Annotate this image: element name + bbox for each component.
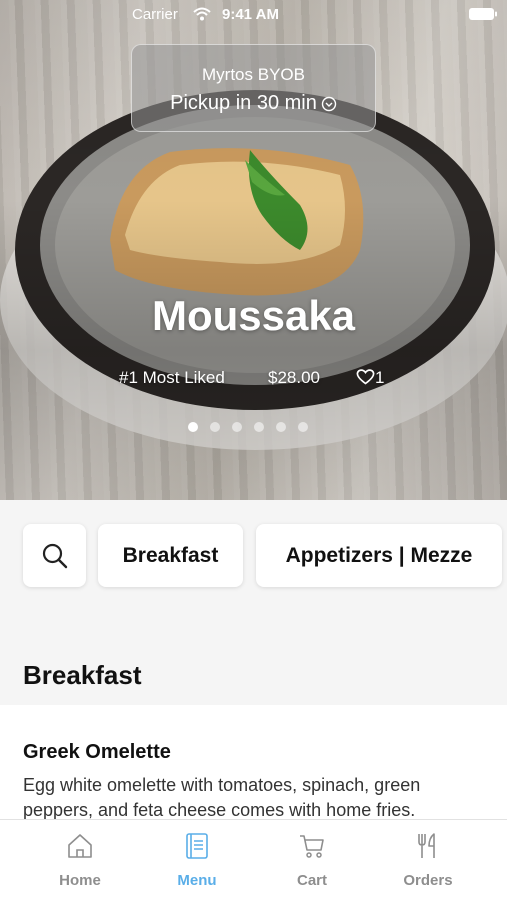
pickup-selector[interactable]: Myrtos BYOB Pickup in 30 min xyxy=(131,44,376,132)
carousel-dot[interactable] xyxy=(210,422,220,432)
tab-home[interactable]: Home xyxy=(17,820,143,901)
tab-menu-label: Menu xyxy=(177,872,217,889)
search-button[interactable] xyxy=(23,524,86,587)
status-bar: Carrier 9:41 AM xyxy=(0,0,507,30)
cart-icon xyxy=(300,835,324,858)
tab-orders-label: Orders xyxy=(403,872,453,889)
pickup-time: Pickup in 30 min xyxy=(132,92,375,115)
category-appetizers-button[interactable]: Appetizers | Mezze xyxy=(256,524,502,587)
pickup-time-label: Pickup in 30 min xyxy=(170,92,317,114)
category-breakfast-button[interactable]: Breakfast xyxy=(98,524,243,587)
rank-badge: #1 Most Liked xyxy=(119,368,225,387)
chevron-down-circle-icon xyxy=(321,96,337,111)
heart-icon xyxy=(356,369,375,385)
like-count-value: 1 xyxy=(375,368,385,387)
carousel-dot[interactable] xyxy=(298,422,308,432)
featured-hero[interactable]: Carrier 9:41 AM Myrtos BYOB Pickup in 30… xyxy=(0,0,507,500)
carousel-dot[interactable] xyxy=(276,422,286,432)
home-icon xyxy=(68,834,92,858)
tab-cart-label: Cart xyxy=(296,872,327,889)
menu-item-description: Egg white omelette with tomatoes, spinac… xyxy=(23,775,421,820)
category-bar: Breakfast Appetizers | Mezze xyxy=(0,500,507,610)
restaurant-name: Myrtos BYOB xyxy=(202,65,305,84)
wifi-icon xyxy=(193,7,211,21)
fork-knife-icon xyxy=(418,833,435,858)
tab-home-label: Home xyxy=(59,872,101,889)
dish-price: $28.00 xyxy=(268,368,320,387)
section-title: Breakfast xyxy=(23,660,142,690)
tab-menu[interactable]: Menu xyxy=(134,820,260,901)
tab-orders[interactable]: Orders xyxy=(365,820,491,901)
tab-bar: Home Menu Cart Orders xyxy=(0,819,507,901)
menu-item-name: Greek Omelette xyxy=(23,741,171,763)
featured-dish-title: Moussaka xyxy=(151,292,356,339)
tab-cart[interactable]: Cart xyxy=(249,820,375,901)
carousel-dot[interactable] xyxy=(254,422,264,432)
search-icon xyxy=(42,543,68,569)
carousel-dot[interactable] xyxy=(188,422,198,432)
like-count[interactable]: 1 xyxy=(356,368,384,388)
status-time: 9:41 AM xyxy=(222,6,279,23)
battery-icon xyxy=(469,8,497,20)
menu-item[interactable]: Greek Omelette Egg white omelette with t… xyxy=(0,705,507,825)
carousel-dot[interactable] xyxy=(232,422,242,432)
menu-book-icon xyxy=(186,833,208,859)
carrier-label: Carrier xyxy=(132,6,178,23)
